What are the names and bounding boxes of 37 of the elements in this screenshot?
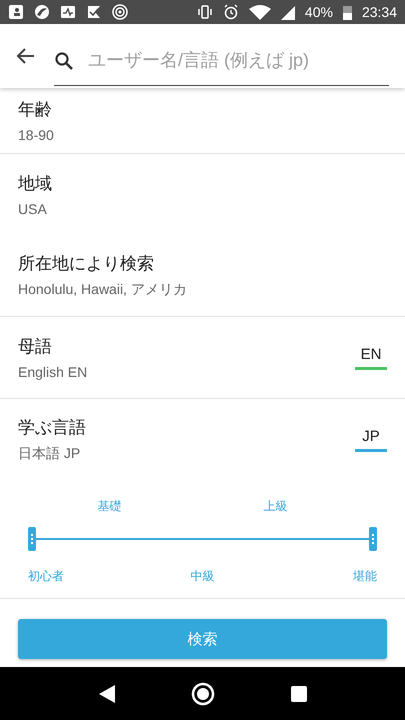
section-value[interactable]: 18-90 xyxy=(18,127,387,143)
back-icon[interactable] xyxy=(97,684,118,704)
back-arrow-icon[interactable] xyxy=(16,46,36,66)
home-icon[interactable] xyxy=(191,682,216,706)
section-value[interactable]: English EN xyxy=(18,364,355,380)
search-icon xyxy=(54,50,74,70)
section-label: 所在地により検索 xyxy=(18,253,155,275)
section-label: 地域 xyxy=(18,173,53,195)
section-value[interactable]: Honolulu, Hawaii, アメリカ xyxy=(18,281,387,299)
target-icon xyxy=(112,4,128,20)
language-code[interactable]: JP xyxy=(355,428,387,452)
level-label: 初心者 xyxy=(28,568,64,585)
search-field[interactable]: ユーザー名/言語 (例えば jp) xyxy=(86,49,389,72)
section-value[interactable]: 日本語 JP xyxy=(18,445,355,463)
slider-handle[interactable] xyxy=(369,527,377,551)
section-label: 母語 xyxy=(18,336,53,358)
contacts-icon xyxy=(8,4,24,20)
level-label: 上級 xyxy=(263,498,288,515)
clock-time: 23:34 xyxy=(362,4,397,20)
level-label: 堪能 xyxy=(353,568,377,585)
slider-handle[interactable] xyxy=(28,527,36,551)
recents-icon[interactable] xyxy=(290,684,308,702)
section-label: 学ぶ言語 xyxy=(18,417,87,439)
alarm-icon xyxy=(222,4,239,20)
vibrate-icon xyxy=(196,4,213,20)
battery-icon xyxy=(342,4,352,20)
section-label: 年齢 xyxy=(18,99,53,121)
level-label: 基礎 xyxy=(97,498,122,515)
level-label: 中級 xyxy=(190,568,214,585)
flag-icon xyxy=(86,4,102,20)
section-value[interactable]: USA xyxy=(18,201,387,217)
wifi-icon xyxy=(248,4,271,20)
pulse-icon xyxy=(60,4,76,20)
battery-percent: 40% xyxy=(304,4,333,20)
signal-icon xyxy=(280,4,295,20)
app-icon xyxy=(34,4,50,20)
language-code[interactable]: EN xyxy=(355,346,387,370)
